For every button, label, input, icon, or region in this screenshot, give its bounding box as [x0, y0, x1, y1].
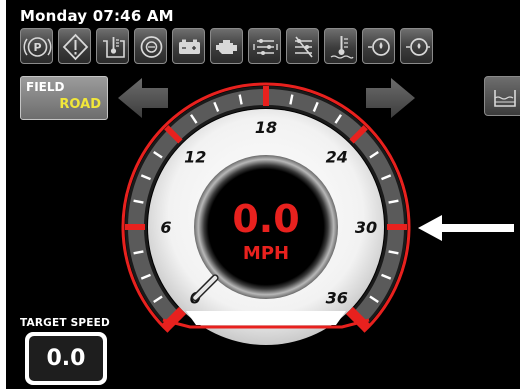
previous-page-arrow[interactable]	[118, 78, 168, 118]
target-speed-button[interactable]: 0.0	[25, 332, 107, 385]
speed-unit: MPH	[243, 243, 289, 264]
gauge-tick-label: 36	[326, 289, 348, 308]
target-speed-label: TARGET SPEED	[20, 317, 110, 329]
next-page-arrow[interactable]	[366, 78, 415, 118]
gauge-bottom-plate	[186, 311, 346, 325]
speed-readout: 0.0	[232, 197, 299, 241]
gauge-tick-label: 24	[326, 147, 348, 166]
speedometer: 061218243036 0.0 MPH	[118, 78, 514, 345]
target-arrow	[418, 215, 514, 241]
gauge-tick-label: 18	[255, 118, 277, 137]
screen: Monday 07:46 AM P FIELD ROAD 6 12 18 24 …	[0, 0, 520, 389]
gauge-tick-label: 30	[355, 218, 377, 237]
gauge-tick-label: 6	[160, 218, 171, 237]
gauge-tick-label: 12	[184, 147, 206, 166]
target-speed-value: 0.0	[46, 346, 86, 371]
